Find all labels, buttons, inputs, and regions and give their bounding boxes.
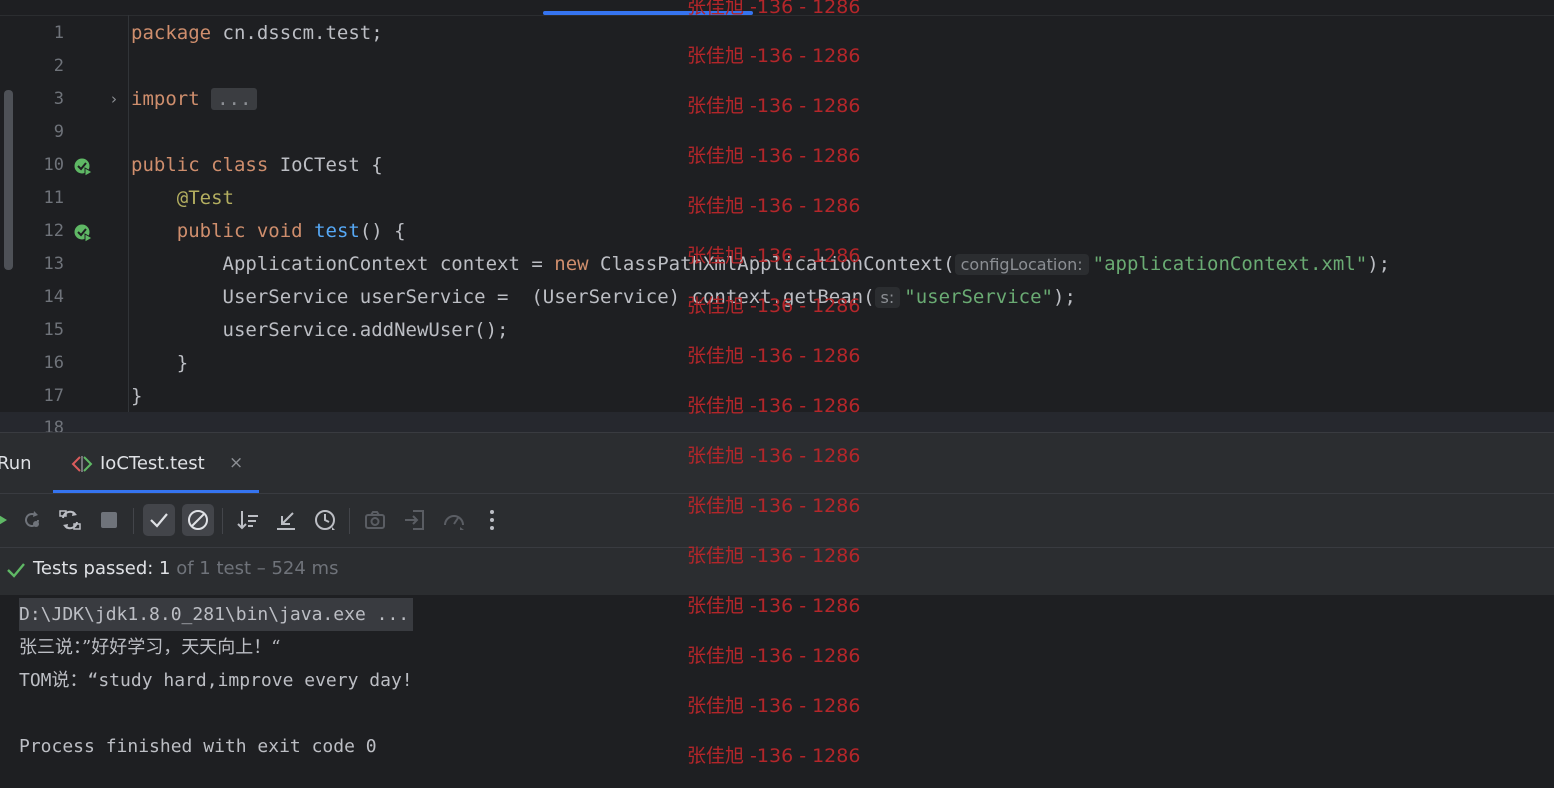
- line-number: 1: [53, 23, 64, 43]
- code-line[interactable]: 11 @Test: [0, 182, 1554, 215]
- editor-scroll-thumb[interactable]: [543, 11, 753, 15]
- show-ignored-icon[interactable]: [182, 504, 214, 536]
- code-text: package cn.dsscm.test;: [131, 22, 383, 44]
- line-number: 10: [43, 155, 64, 175]
- run-test-class-icon[interactable]: [73, 157, 93, 177]
- line-number: 17: [43, 386, 64, 406]
- screenshot-icon[interactable]: [359, 504, 391, 536]
- line-number: 18: [43, 418, 64, 432]
- chevron-right-icon[interactable]: ›: [111, 83, 117, 116]
- code-text: }: [131, 385, 143, 407]
- current-code-line[interactable]: 18: [0, 412, 1554, 432]
- tab-ioctest-test[interactable]: IoCTest.test ×: [53, 433, 259, 493]
- line-number: 3: [53, 89, 64, 109]
- editor-top-border: [0, 15, 1554, 16]
- console-line: TOM说：“study hard,improve every day!: [19, 670, 413, 691]
- rerun-failed-icon[interactable]: [16, 504, 48, 536]
- line-number: 11: [43, 188, 64, 208]
- show-passed-icon[interactable]: [143, 504, 175, 536]
- console-command-line[interactable]: D:\JDK\jdk1.8.0_281\bin\java.exe ...: [19, 598, 414, 631]
- parameter-hint: s:: [874, 287, 901, 308]
- code-line[interactable]: 13 ApplicationContext context = new Clas…: [0, 248, 1554, 281]
- console-line: 张三说：”好好学习，天天向上！“: [19, 637, 281, 658]
- tab-label: IoCTest.test: [100, 453, 205, 474]
- line-number: 12: [43, 221, 64, 241]
- console-output[interactable]: D:\JDK\jdk1.8.0_281\bin\java.exe ... 张三说…: [0, 595, 1554, 788]
- close-icon[interactable]: ×: [229, 453, 243, 473]
- toolbar-separator: [349, 508, 350, 534]
- more-icon[interactable]: [476, 504, 508, 536]
- code-text: ApplicationContext context = new ClassPa…: [222, 253, 1391, 275]
- line-number: 13: [43, 254, 64, 274]
- test-status-bar[interactable]: Tests passed: 1 of 1 test – 524 ms: [0, 547, 1554, 596]
- code-line[interactable]: 1 package cn.dsscm.test;: [0, 17, 1554, 50]
- check-icon: [7, 563, 25, 578]
- test-config-icon: [71, 456, 93, 472]
- run-tool-window-title[interactable]: Run: [0, 453, 32, 474]
- line-number: 9: [53, 122, 64, 142]
- line-number: 16: [43, 353, 64, 373]
- test-status-text: Tests passed: 1 of 1 test – 524 ms: [33, 558, 339, 579]
- code-line[interactable]: 15 userService.addNewUser();: [0, 314, 1554, 347]
- run-toolbar: [0, 493, 1554, 548]
- code-text: public void test() {: [176, 220, 406, 242]
- code-text: public class IoCTest {: [131, 154, 383, 176]
- sort-icon[interactable]: [232, 504, 264, 536]
- code-line[interactable]: 16 }: [0, 347, 1554, 380]
- code-line[interactable]: 2: [0, 50, 1554, 83]
- code-text: @Test: [176, 187, 234, 209]
- code-line[interactable]: 14 UserService userService = (UserServic…: [0, 281, 1554, 314]
- code-line[interactable]: 12 public void test() {: [0, 215, 1554, 248]
- code-text: import ...: [131, 83, 258, 116]
- run-tool-window-header: Run IoCTest.test ×: [0, 433, 1554, 493]
- coverage-icon[interactable]: [438, 504, 470, 536]
- line-number: 15: [43, 320, 64, 340]
- toggle-auto-test-icon[interactable]: [54, 504, 86, 536]
- collapse-icon[interactable]: [270, 504, 302, 536]
- import-tests-icon[interactable]: [399, 504, 431, 536]
- history-icon[interactable]: [309, 504, 341, 536]
- folded-imports[interactable]: ...: [211, 88, 258, 110]
- code-line[interactable]: 10 public class IoCTest {: [0, 149, 1554, 182]
- code-line[interactable]: 9: [0, 116, 1554, 149]
- run-test-method-icon[interactable]: [73, 223, 93, 243]
- toolbar-separator: [133, 508, 134, 534]
- toolbar-separator: [222, 508, 223, 534]
- line-number: 2: [53, 56, 64, 76]
- stop-icon[interactable]: [93, 504, 125, 536]
- code-line[interactable]: 3 › import ...: [0, 83, 1554, 116]
- code-editor[interactable]: 1 package cn.dsscm.test; 2 3 › import ..…: [0, 0, 1554, 432]
- code-line[interactable]: 17 }: [0, 380, 1554, 413]
- code-text: UserService userService = (UserService) …: [222, 286, 1076, 308]
- console-line: Process finished with exit code 0: [19, 736, 377, 757]
- line-number: 14: [43, 287, 64, 307]
- code-text: }: [176, 352, 189, 374]
- code-text: userService.addNewUser();: [222, 319, 509, 341]
- parameter-hint: configLocation:: [954, 254, 1089, 275]
